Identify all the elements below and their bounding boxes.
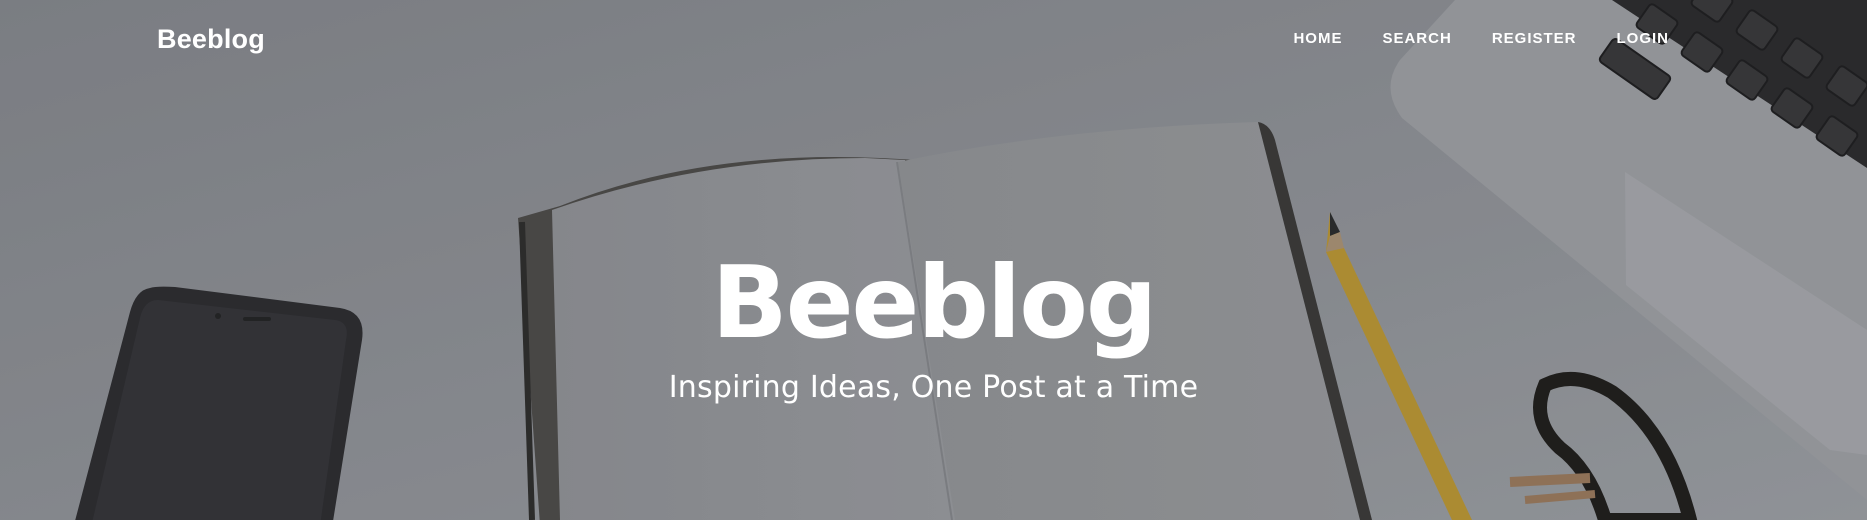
nav-home-link[interactable]: HOME: [1293, 30, 1342, 47]
hero-heading-block: Beeblog Inspiring Ideas, One Post at a T…: [0, 244, 1867, 406]
nav-register-link[interactable]: REGISTER: [1492, 30, 1577, 47]
brand-logo-link[interactable]: Beeblog: [157, 24, 265, 55]
nav-search-link[interactable]: SEARCH: [1382, 30, 1451, 47]
hero-title: Beeblog: [711, 244, 1157, 361]
nav-login-link[interactable]: LOGIN: [1617, 30, 1670, 47]
navbar: Beeblog HOME SEARCH REGISTER LOGIN: [0, 0, 1867, 84]
nav-menu: HOME SEARCH REGISTER LOGIN: [1253, 30, 1669, 47]
hero-subtitle: Inspiring Ideas, One Post at a Time: [668, 370, 1199, 405]
